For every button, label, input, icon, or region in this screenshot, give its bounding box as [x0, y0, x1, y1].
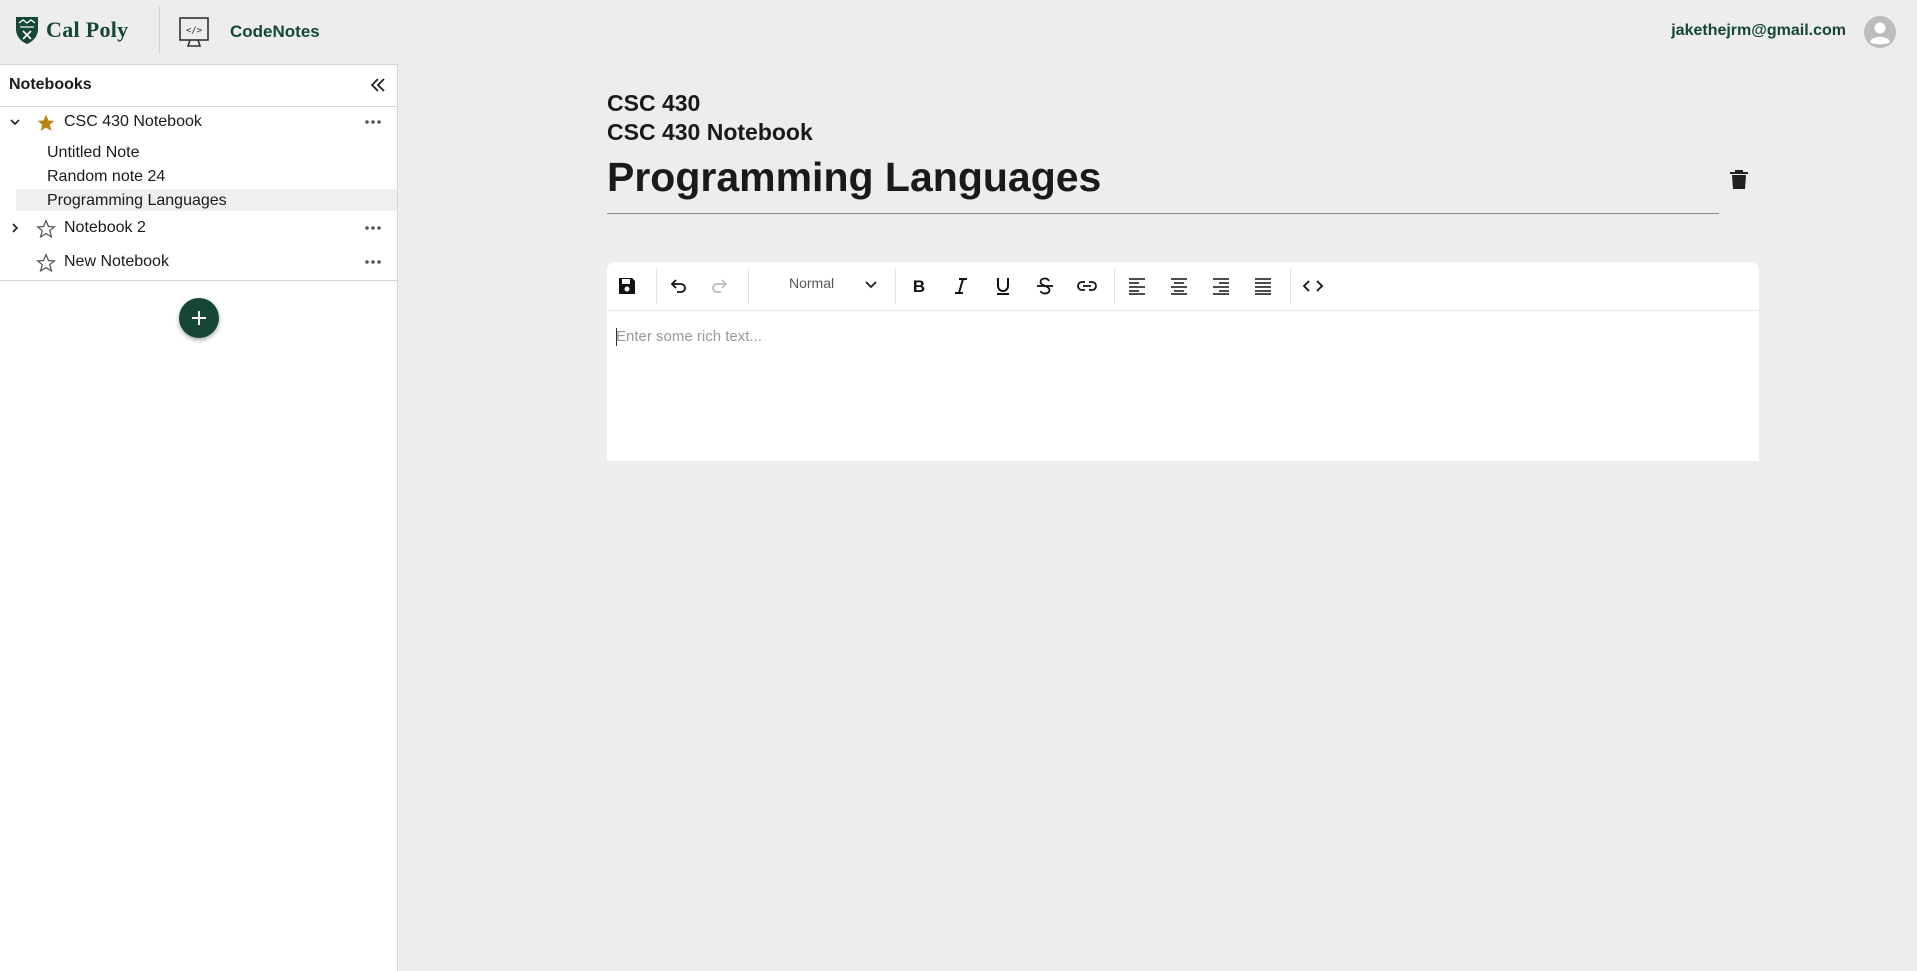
collapse-sidebar-icon[interactable]: [370, 77, 386, 93]
note-item[interactable]: Random note 24: [16, 165, 397, 187]
note-title[interactable]: Random note 24: [47, 168, 165, 186]
user-email[interactable]: jakethejrm@gmail.com: [1671, 22, 1846, 40]
undo-icon: [670, 279, 686, 293]
align-center-button[interactable]: [1167, 274, 1191, 298]
toolbar-divider: [1290, 268, 1291, 304]
user-avatar-icon[interactable]: [1864, 16, 1896, 48]
toolbar-divider: [656, 268, 657, 304]
star-outline-icon[interactable]: [36, 253, 56, 273]
bold-button[interactable]: B: [907, 274, 931, 298]
editor-toolbar: Normal B: [607, 262, 1759, 311]
underline-button[interactable]: [991, 274, 1015, 298]
rich-text-editor: Normal B Enter some rich text...: [607, 262, 1759, 461]
notebook-item[interactable]: Notebook 2: [0, 215, 397, 241]
note-item[interactable]: Untitled Note: [16, 141, 397, 163]
undo-button[interactable]: [666, 274, 690, 298]
save-button[interactable]: [615, 274, 639, 298]
svg-text:</>: </>: [186, 26, 203, 36]
notebook-name[interactable]: New Notebook: [64, 253, 169, 271]
cal-poly-shield-icon: [16, 17, 38, 44]
svg-text:B: B: [913, 277, 925, 296]
note-title[interactable]: Untitled Note: [47, 144, 140, 162]
sidebar-title: Notebooks: [9, 76, 92, 93]
bold-icon: B: [913, 277, 925, 296]
strikethrough-button[interactable]: [1033, 274, 1057, 298]
monitor-code-icon[interactable]: </>: [178, 16, 210, 48]
plus-icon: [192, 311, 206, 325]
more-options-icon[interactable]: [364, 225, 382, 231]
note-title[interactable]: Programming Languages: [47, 192, 227, 210]
block-type-select[interactable]: Normal: [789, 275, 834, 291]
align-justify-icon: [1255, 278, 1271, 295]
align-right-button[interactable]: [1209, 274, 1233, 298]
app-title[interactable]: CodeNotes: [230, 22, 320, 42]
underline-icon: [997, 278, 1009, 295]
toolbar-divider: [1114, 268, 1115, 304]
strikethrough-icon: [1037, 277, 1053, 295]
align-left-button[interactable]: [1125, 274, 1149, 298]
toolbar-divider: [895, 268, 896, 304]
redo-button[interactable]: [708, 274, 732, 298]
code-block-button[interactable]: [1301, 274, 1325, 298]
brand-name: Cal Poly: [46, 17, 129, 42]
notebook-name[interactable]: Notebook 2: [64, 219, 146, 237]
toolbar-divider: [748, 268, 749, 304]
chevron-down-icon[interactable]: [864, 278, 878, 292]
cal-poly-logo[interactable]: Cal Poly: [14, 14, 128, 46]
code-icon: [1302, 280, 1324, 292]
note-item-active[interactable]: Programming Languages: [16, 189, 397, 211]
insert-link-button[interactable]: [1075, 274, 1099, 298]
redo-icon: [712, 279, 728, 293]
italic-button[interactable]: [949, 274, 973, 298]
title-underline: [607, 213, 1719, 214]
note-title-field[interactable]: Programming Languages: [607, 154, 1101, 201]
save-icon: [619, 278, 635, 294]
notebook-name[interactable]: CSC 430 Notebook: [64, 113, 202, 131]
chevron-right-icon[interactable]: [9, 222, 21, 234]
align-left-icon: [1129, 278, 1145, 295]
notebook-label: CSC 430 Notebook: [607, 119, 813, 145]
more-options-icon[interactable]: [364, 259, 382, 265]
link-icon: [1077, 281, 1097, 291]
italic-icon: [955, 278, 967, 294]
sidebar-divider: [0, 280, 397, 281]
chevron-down-icon[interactable]: [9, 116, 21, 128]
star-outline-icon[interactable]: [36, 219, 56, 239]
more-options-icon[interactable]: [364, 119, 382, 125]
sidebar-header: Notebooks: [0, 65, 397, 107]
notebook-item[interactable]: CSC 430 Notebook: [0, 109, 397, 135]
header-divider: [159, 6, 160, 54]
align-right-icon: [1213, 278, 1229, 295]
editor-placeholder[interactable]: Enter some rich text...: [616, 328, 762, 345]
star-filled-icon[interactable]: [36, 113, 56, 133]
notebook-item[interactable]: New Notebook: [0, 249, 397, 275]
align-center-icon: [1171, 278, 1187, 295]
top-header: Cal Poly </> CodeNotes jakethejrm@gmail.…: [0, 0, 1917, 64]
add-notebook-button[interactable]: [179, 298, 219, 338]
trash-icon[interactable]: [1729, 168, 1749, 190]
align-justify-button[interactable]: [1251, 274, 1275, 298]
text-caret: [616, 328, 617, 346]
course-label: CSC 430: [607, 90, 701, 116]
notebooks-sidebar: Notebooks CSC 430 Notebook Untitled Note…: [0, 64, 398, 971]
